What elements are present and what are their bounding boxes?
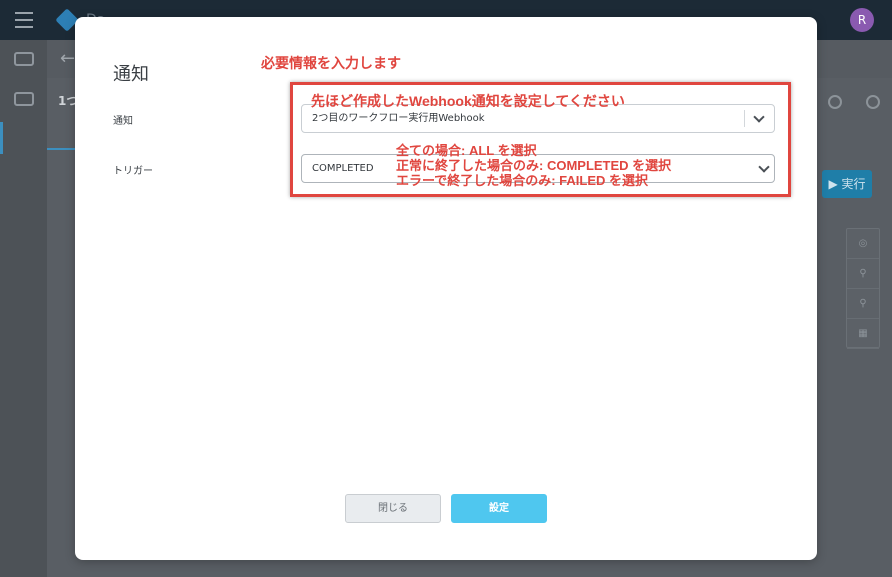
history-icon[interactable] bbox=[828, 95, 842, 109]
active-tab-underline bbox=[47, 148, 77, 150]
annotation-trigger-all: 全ての場合: ALL を選択 bbox=[396, 143, 537, 158]
notification-field-label: 通知 bbox=[113, 116, 133, 127]
canvas-tool-panel: ◎ ⚲ ⚲ ▦ bbox=[846, 228, 880, 349]
avatar[interactable]: R bbox=[850, 8, 874, 32]
trigger-field-label: トリガー bbox=[113, 166, 153, 177]
back-arrow-icon[interactable]: ← bbox=[60, 48, 75, 69]
fit-icon[interactable]: ▦ bbox=[847, 319, 879, 349]
annotation-trigger-notes: 全ての場合: ALL を選択 正常に終了した場合のみ: COMPLETED を選… bbox=[396, 143, 671, 188]
workflow-icon[interactable] bbox=[14, 52, 34, 66]
run-button-label: 実行 bbox=[841, 177, 866, 191]
set-button[interactable]: 設定 bbox=[451, 494, 547, 523]
run-button[interactable]: ▶ 実行 bbox=[822, 170, 872, 198]
sidebar bbox=[0, 40, 48, 577]
close-button[interactable]: 閉じる bbox=[345, 494, 441, 523]
annotation-webhook-note: 先ほど作成したWebhook通知を設定してください bbox=[311, 93, 625, 109]
zoom-out-icon[interactable]: ⚲ bbox=[847, 289, 879, 319]
hamburger-menu-icon[interactable] bbox=[15, 12, 33, 28]
annotation-header: 必要情報を入力します bbox=[261, 55, 401, 71]
gear-icon[interactable] bbox=[866, 95, 880, 109]
zoom-in-icon[interactable]: ⚲ bbox=[847, 259, 879, 289]
sidebar-active-indicator bbox=[0, 122, 3, 154]
dialog-title: 通知 bbox=[113, 64, 149, 85]
annotation-trigger-failed: エラーで終了した場合のみ: FAILED を選択 bbox=[396, 173, 648, 188]
target-icon[interactable]: ◎ bbox=[847, 229, 879, 259]
workflow-nodes-icon[interactable] bbox=[14, 92, 34, 106]
annotation-trigger-completed: 正常に終了した場合のみ: COMPLETED を選択 bbox=[396, 158, 672, 173]
